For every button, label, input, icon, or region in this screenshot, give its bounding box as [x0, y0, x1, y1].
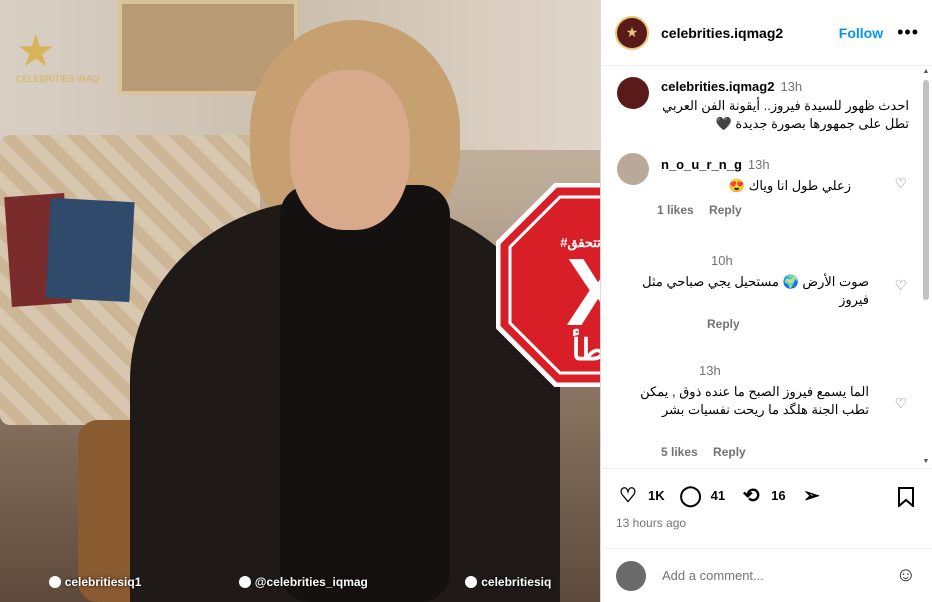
comment-text: صوت الأرض 🌍 مستحيل يجي صباحي مثل فيروز: [642, 274, 869, 307]
tiktok-icon: [465, 576, 478, 588]
like-icon[interactable]: ♡: [616, 483, 640, 507]
comment-time: 10h: [711, 253, 733, 268]
comment-text: زعلي طول انا وياك 😍: [728, 178, 851, 193]
comment-author-line: n_o_u_r_n_g 13h: [661, 157, 770, 172]
comment-author[interactable]: n_o_u_r_n_g: [661, 157, 742, 172]
woman-face: [290, 70, 410, 230]
caption: celebrities.iqmag2 13h احدث ظهور للسيدة ف…: [601, 67, 921, 147]
caption-author[interactable]: celebrities.iqmag2: [661, 79, 774, 94]
repost-icon[interactable]: ⟲: [739, 483, 763, 507]
share-icon[interactable]: ➢: [800, 483, 824, 507]
scroll-up-icon[interactable]: ▲: [922, 68, 930, 75]
comment-time: 13h: [699, 363, 721, 378]
comments-list[interactable]: celebrities.iqmag2 13h احدث ظهور للسيدة ف…: [601, 67, 921, 467]
comment-meta: Reply: [707, 317, 740, 331]
woman-scarf: [280, 185, 450, 602]
author-avatar[interactable]: ★: [615, 15, 649, 50]
comments-scrollbar[interactable]: ▲ ▼: [922, 68, 930, 468]
caption-time: 13h: [780, 79, 803, 94]
social-handle-2: @celebrities_iqmag: [238, 575, 368, 589]
watermark-text: CELEBRITIES IRAQ: [16, 74, 100, 84]
comment-likes[interactable]: 5 likes: [661, 445, 698, 459]
social-handle-1: celebritiesiq1: [48, 575, 141, 589]
post-timestamp: 13 hours ago: [616, 516, 687, 530]
comment-meta: 1 likes Reply: [657, 203, 742, 217]
reply-button[interactable]: Reply: [709, 203, 742, 217]
social-handle-3: celebritiesiq: [465, 575, 551, 589]
snapchat-icon: [48, 576, 61, 588]
like-comment-icon[interactable]: ♡: [894, 395, 907, 412]
reply-button[interactable]: Reply: [707, 317, 740, 331]
instagram-icon: [238, 576, 251, 588]
follow-button[interactable]: Follow: [839, 25, 883, 41]
post-header: ★ celebrities.iqmag2 Follow •••: [601, 0, 932, 66]
repost-count: 16: [771, 487, 786, 503]
comment: 13h الما يسمع فيروز الصبح ما عنده ذوق , …: [601, 357, 921, 467]
caption-text: احدث ظهور للسيدة فيروز.. أيقونة الفن الع…: [662, 98, 909, 131]
watermark-logo: ★ CELEBRITIES IRAQ: [16, 30, 111, 90]
comment-time: 13h: [747, 157, 770, 172]
scroll-down-icon[interactable]: ▼: [922, 458, 930, 465]
comment-count: 41: [710, 487, 726, 503]
action-row: ♡ 1K ◯ 41 ⟲ 16 ➢: [616, 483, 824, 507]
comment-meta: 5 likes Reply: [661, 445, 746, 459]
caption-avatar[interactable]: [617, 77, 649, 109]
comment: n_o_u_r_n_g 13h زعلي طول انا وياك 😍 ♡ 1 l…: [601, 147, 921, 247]
reply-button[interactable]: Reply: [713, 445, 746, 459]
author-name[interactable]: celebrities.iqmag2: [661, 25, 839, 41]
bookmark-icon[interactable]: [894, 485, 918, 509]
comment-icon[interactable]: ◯: [679, 483, 703, 507]
more-options-icon[interactable]: •••: [897, 22, 919, 43]
pillow-blue: [45, 197, 135, 303]
like-comment-icon[interactable]: ♡: [894, 277, 907, 294]
like-comment-icon[interactable]: ♡: [894, 175, 907, 192]
like-count[interactable]: 1K: [648, 488, 665, 503]
comment-author-line: 10h: [705, 253, 733, 268]
post-actions: ♡ 1K ◯ 41 ⟲ 16 ➢ 13 hours ago: [600, 468, 932, 549]
add-comment-input[interactable]: [660, 567, 896, 584]
comment-text: الما يسمع فيروز الصبح ما عنده ذوق , يمكن…: [640, 384, 869, 417]
comment-likes[interactable]: 1 likes: [657, 203, 694, 217]
comment: 10h صوت الأرض 🌍 مستحيل يجي صباحي مثل فير…: [601, 247, 921, 357]
comment-author-line: 13h: [693, 363, 721, 378]
caption-author-line: celebrities.iqmag2 13h: [661, 79, 802, 94]
star-icon: ★: [16, 27, 56, 76]
emoji-icon[interactable]: ☺: [896, 564, 916, 587]
add-comment-bar: ☺: [600, 548, 932, 602]
scrollbar-thumb[interactable]: [923, 80, 929, 300]
social-handles: celebritiesiq1 @celebrities_iqmag celebr…: [0, 575, 600, 589]
current-user-avatar: [616, 560, 646, 591]
